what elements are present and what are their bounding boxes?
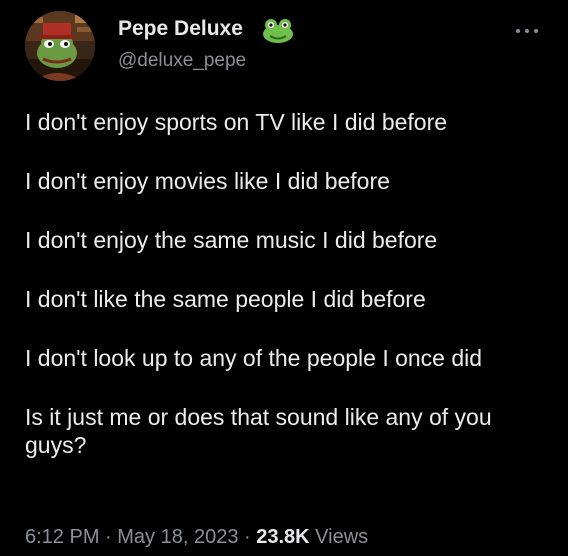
more-dot-icon xyxy=(534,29,538,33)
tweet-time[interactable]: 6:12 PM xyxy=(25,526,99,548)
author-handle[interactable]: @deluxe_pepe xyxy=(118,50,246,72)
frog-face-emoji-icon xyxy=(263,19,293,43)
more-options-icon[interactable] xyxy=(514,27,540,35)
tweet-paragraph: Is it just me or does that sound like an… xyxy=(25,404,492,458)
tweet-card: Pepe Deluxe @deluxe_pepe I don't enjoy s… xyxy=(0,0,568,556)
tweet-meta: 6:12 PM · May 18, 2023 · 23.8K Views xyxy=(25,526,368,549)
tweet-paragraph: I don't like the same people I did befor… xyxy=(25,286,426,312)
more-dot-icon xyxy=(516,29,520,33)
author-display-name[interactable]: Pepe Deluxe xyxy=(118,17,243,41)
pepe-frog-avatar-icon xyxy=(25,11,95,81)
tweet-paragraph: I don't enjoy movies like I did before xyxy=(25,168,390,194)
tweet-date[interactable]: May 18, 2023 xyxy=(117,526,238,548)
tweet-body: I don't enjoy sports on TV like I did be… xyxy=(25,108,545,490)
author-avatar[interactable] xyxy=(25,11,95,81)
meta-separator: · xyxy=(99,526,118,548)
views-count[interactable]: 23.8K xyxy=(256,526,309,548)
tweet-paragraph: I don't look up to any of the people I o… xyxy=(25,345,483,371)
views-label: Views xyxy=(309,526,369,548)
tweet-paragraph: I don't enjoy the same music I did befor… xyxy=(25,227,438,253)
more-dot-icon xyxy=(525,29,529,33)
tweet-paragraph: I don't enjoy sports on TV like I did be… xyxy=(25,109,448,135)
meta-separator: · xyxy=(238,526,257,548)
